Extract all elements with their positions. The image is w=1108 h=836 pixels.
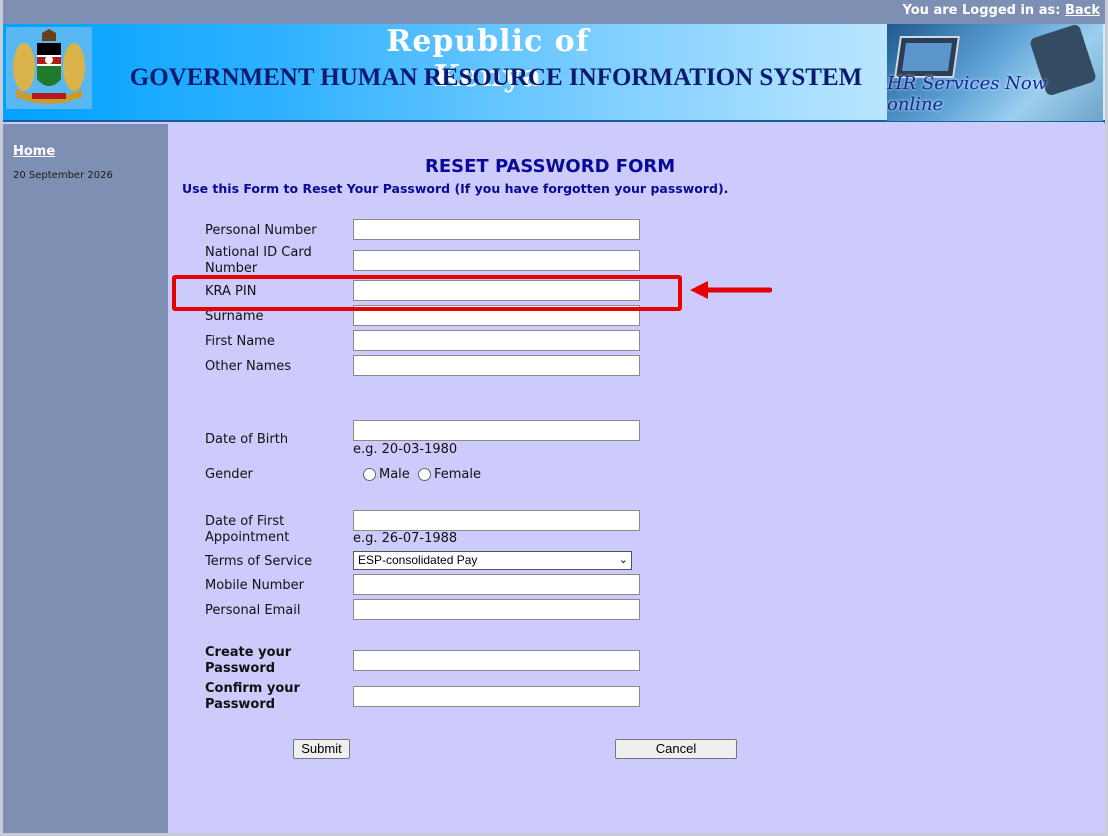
date-first-appointment-hint: e.g. 26-07-1988 — [353, 531, 458, 546]
page-frame: You are Logged in as: Back Republic of K… — [3, 0, 1105, 833]
other-names-input[interactable] — [353, 355, 640, 376]
gender-male-label: Male — [379, 467, 410, 482]
form-title: RESET PASSWORD FORM — [425, 156, 676, 177]
date-of-birth-label: Date of Birth — [205, 432, 289, 447]
personal-email-input[interactable] — [353, 599, 640, 620]
hr-services-image: HR Services Now online — [887, 24, 1103, 121]
first-name-label: First Name — [205, 334, 275, 349]
radio-circle-icon[interactable] — [363, 468, 376, 481]
terms-of-service-value: ESP-consolidated Pay — [358, 553, 478, 567]
mobile-number-input[interactable] — [353, 574, 640, 595]
personal-email-label: Personal Email — [205, 603, 301, 618]
back-link[interactable]: Back — [1065, 3, 1100, 18]
date-first-appointment-label: Date of First Appointment — [205, 514, 290, 545]
banner-subtitle: GOVERNMENT HUMAN RESOURCE INFORMATION SY… — [129, 64, 863, 91]
sidebar-home-link[interactable]: Home — [13, 144, 55, 159]
laptop-icon — [894, 36, 960, 78]
cancel-button[interactable]: Cancel — [615, 739, 737, 759]
first-name-input[interactable] — [353, 330, 640, 351]
create-password-label: Create your Password — [205, 645, 292, 676]
annotation-arrow-icon — [690, 281, 772, 299]
gender-male-radio[interactable]: Male — [363, 467, 410, 482]
confirm-password-input[interactable] — [353, 686, 640, 707]
annotation-highlight-box — [172, 275, 682, 311]
personal-number-input[interactable] — [353, 219, 640, 240]
radio-circle-icon[interactable] — [418, 468, 431, 481]
gender-female-radio[interactable]: Female — [418, 467, 481, 482]
hr-services-caption: HR Services Now online — [887, 73, 1048, 115]
other-names-label: Other Names — [205, 359, 292, 374]
national-id-input[interactable] — [353, 250, 640, 271]
gender-label: Gender — [205, 467, 253, 482]
logged-in-text: You are Logged in as: — [902, 3, 1061, 18]
terms-of-service-label: Terms of Service — [205, 554, 313, 569]
chevron-down-icon: ⌄ — [618, 554, 628, 566]
coat-of-arms-logo — [6, 27, 92, 109]
terms-of-service-select[interactable]: ESP-consolidated Pay ⌄ — [353, 551, 632, 570]
date-of-birth-hint: e.g. 20-03-1980 — [353, 442, 458, 457]
national-id-label: National ID Card Number — [205, 245, 312, 276]
form-subtitle: Use this Form to Reset Your Password (If… — [182, 181, 729, 196]
create-password-input[interactable] — [353, 650, 640, 671]
sidebar: Home 20 September 2026 — [3, 124, 168, 833]
mobile-number-label: Mobile Number — [205, 578, 304, 593]
date-of-birth-input[interactable] — [353, 420, 640, 441]
gender-female-label: Female — [434, 467, 482, 482]
sidebar-date: 20 September 2026 — [13, 170, 113, 181]
personal-number-label: Personal Number — [205, 223, 317, 238]
submit-button[interactable]: Submit — [293, 739, 350, 759]
surname-label: Surname — [205, 309, 264, 324]
header-banner: Republic of Kenya GOVERNMENT HUMAN RESOU… — [3, 24, 1105, 122]
confirm-password-label: Confirm your Password — [205, 681, 300, 712]
date-first-appointment-input[interactable] — [353, 510, 640, 531]
top-bar: You are Logged in as: Back — [3, 0, 1105, 24]
main-content: RESET PASSWORD FORM Use this Form to Res… — [168, 124, 1105, 833]
